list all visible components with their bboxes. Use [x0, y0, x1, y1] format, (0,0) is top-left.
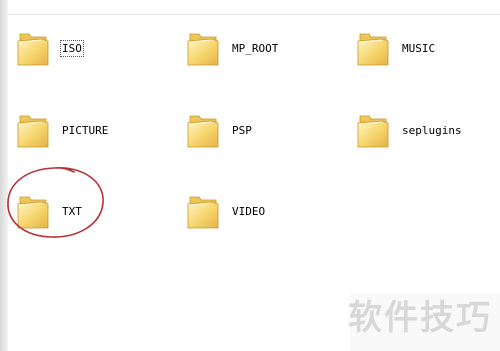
folder-label: seplugins [402, 123, 462, 137]
folder-picture[interactable]: PICTURE [16, 102, 166, 158]
folder-icon [186, 191, 220, 231]
folder-mp-root[interactable]: MP_ROOT [186, 20, 336, 76]
folder-label: TXT [62, 204, 82, 218]
folder-video[interactable]: VIDEO [186, 183, 336, 239]
folder-icon [356, 110, 390, 150]
folder-icon [186, 28, 220, 68]
folder-icon [186, 110, 220, 150]
folder-label: PICTURE [62, 123, 109, 137]
folder-icon [16, 191, 50, 231]
folder-icon [356, 28, 390, 68]
folder-label: ISO [60, 39, 84, 57]
folder-label: VIDEO [232, 204, 266, 218]
folder-icon [16, 110, 50, 150]
folder-seplugins[interactable]: seplugins [356, 102, 500, 158]
window-top-strip [0, 0, 500, 15]
navigation-pane-edge [0, 0, 8, 351]
folder-label: MUSIC [402, 41, 436, 55]
watermark-text: 软件技巧 [348, 298, 492, 338]
folder-icon [16, 28, 50, 68]
folder-iso[interactable]: ISO [16, 20, 166, 76]
folder-txt[interactable]: TXT [16, 183, 166, 239]
folder-label: MP_ROOT [232, 41, 279, 55]
folder-psp[interactable]: PSP [186, 102, 336, 158]
folder-label: PSP [232, 123, 252, 137]
folder-music[interactable]: MUSIC [356, 20, 500, 76]
